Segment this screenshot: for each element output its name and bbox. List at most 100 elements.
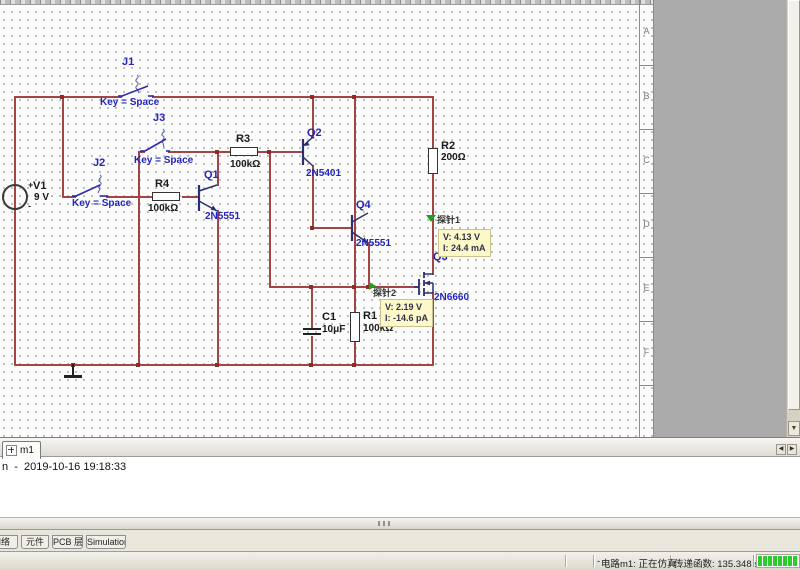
junction-dot	[267, 150, 271, 154]
r3-refdes: R3	[236, 134, 250, 146]
tab-network[interactable]: 网络	[0, 535, 18, 549]
j1-refdes: J1	[122, 57, 134, 69]
wire-segment[interactable]	[314, 227, 353, 229]
tab-components[interactable]: 元件	[21, 535, 49, 549]
wire-segment[interactable]	[432, 96, 434, 148]
vertical-scrollbar[interactable]: ▼	[786, 0, 800, 437]
junction-dot	[310, 226, 314, 230]
tab-pcb-layers[interactable]: PCB 层	[52, 535, 83, 549]
splitter-grip-icon	[378, 521, 380, 526]
splitter-grip-icon	[383, 521, 385, 526]
probe2-readout: V: 2.19 V I: -14.6 pA	[380, 299, 433, 327]
junction-dot	[310, 95, 314, 99]
probe1-label: 探针1	[437, 216, 460, 225]
r1-refdes: R1	[363, 311, 377, 323]
wire-segment[interactable]	[311, 286, 313, 330]
q2-part-number: 2N5401	[306, 169, 341, 180]
switch-actuator-icon	[162, 129, 164, 147]
v1-refdes: V1	[33, 181, 46, 193]
multisim-window: + - V1 9 V J1 Key = Space J2 Key = Space	[0, 0, 800, 570]
resistor-r4-symbol[interactable]	[152, 192, 180, 201]
wire-segment[interactable]	[152, 96, 434, 98]
outside-sheet-area	[653, 0, 786, 437]
q2-refdes: Q2	[307, 128, 322, 140]
simulation-log-area[interactable]: n - 2019-10-16 19:18:33	[0, 457, 800, 517]
mosfet-q3-symbol[interactable]	[414, 266, 436, 298]
ground-symbol[interactable]	[64, 375, 82, 378]
tab-m1[interactable]: m1	[2, 441, 41, 459]
border-letter: A	[640, 26, 653, 36]
wire-segment[interactable]	[168, 151, 230, 153]
probe1-readout: V: 4.13 V I: 24.4 mA	[438, 229, 491, 257]
probe1-current: I: 24.4 mA	[443, 243, 486, 254]
capacitor-c1-symbol[interactable]	[303, 328, 321, 330]
q4-refdes: Q4	[356, 200, 371, 212]
log-tab-strip	[0, 438, 800, 457]
c1-refdes: C1	[322, 312, 336, 324]
tab-simulation[interactable]: Simulation	[86, 535, 126, 549]
wire-segment[interactable]	[311, 336, 313, 366]
resistor-r2-symbol[interactable]	[428, 148, 438, 174]
probe1-voltage: V: 4.13 V	[443, 232, 486, 243]
r2-value: 200Ω	[441, 153, 466, 164]
probe2-label: 探针2	[373, 289, 396, 298]
junction-dot	[309, 285, 313, 289]
c1-value: 10μF	[322, 325, 345, 336]
probe1-arrow-icon[interactable]	[426, 215, 436, 222]
schematic-sheet-icon	[6, 445, 17, 456]
progress-block	[788, 556, 792, 566]
wire-segment[interactable]	[14, 96, 16, 366]
junction-dot	[352, 285, 356, 289]
sheet-top-border	[0, 0, 653, 5]
tab-scroll-right-button[interactable]: ▶	[787, 444, 797, 455]
progress-block	[783, 556, 787, 566]
probe2-current: I: -14.6 pA	[385, 313, 428, 324]
border-letter: F	[640, 347, 653, 357]
wire-segment[interactable]	[138, 151, 140, 366]
j2-key-label: Key = Space	[72, 199, 131, 210]
progress-block	[793, 556, 797, 566]
sheet-border-column: A B C D E F	[639, 0, 654, 437]
junction-dot	[60, 95, 64, 99]
switch-j3-symbol[interactable]	[140, 129, 176, 153]
wire-segment[interactable]	[62, 96, 64, 198]
wire-segment[interactable]	[270, 286, 419, 288]
wire-segment[interactable]	[14, 364, 434, 366]
status-divider	[593, 555, 594, 567]
transfer-function-text: 传递函数: 135.348 s	[674, 556, 759, 570]
wire-segment[interactable]	[217, 210, 219, 366]
status-bar: - 电路m1: 正在仿真... 传递函数: 135.348 s	[0, 551, 800, 570]
j3-refdes: J3	[153, 113, 165, 125]
switch-actuator-icon	[98, 175, 101, 193]
resistor-r1-symbol[interactable]	[350, 312, 360, 342]
panel-splitter[interactable]	[0, 517, 800, 530]
j3-key-label: Key = Space	[134, 156, 193, 167]
progress-block	[768, 556, 772, 566]
resistor-r3-symbol[interactable]	[230, 147, 258, 156]
r2-refdes: R2	[441, 141, 455, 153]
junction-dot	[136, 363, 140, 367]
capacitor-c1-symbol[interactable]	[303, 333, 321, 335]
wire-segment[interactable]	[258, 151, 304, 153]
q1-part-number: 2N5551	[205, 212, 240, 223]
junction-dot	[215, 363, 219, 367]
progress-block	[763, 556, 767, 566]
voltage-source-symbol[interactable]	[2, 184, 28, 210]
tab-scroll-left-button[interactable]: ◀	[776, 444, 786, 455]
tab-m1-label: m1	[20, 445, 34, 456]
status-divider	[565, 555, 566, 567]
schematic-canvas[interactable]: + - V1 9 V J1 Key = Space J2 Key = Space	[0, 0, 786, 437]
scroll-down-button[interactable]: ▼	[788, 421, 800, 436]
border-letter: B	[640, 91, 653, 101]
wire-segment[interactable]	[269, 151, 271, 288]
log-entry: n - 2019-10-16 19:18:33	[2, 461, 126, 473]
splitter-grip-icon	[388, 521, 390, 526]
q4-part-number: 2N5551	[356, 239, 391, 250]
simulation-status-text: 电路m1: 正在仿真...	[601, 556, 684, 570]
scrollbar-thumb[interactable]	[788, 0, 800, 410]
v1-minus: -	[28, 202, 31, 211]
border-letter: E	[640, 283, 653, 293]
switch-j2-symbol[interactable]	[70, 174, 114, 200]
progress-bar	[756, 554, 800, 568]
r4-refdes: R4	[155, 179, 169, 191]
